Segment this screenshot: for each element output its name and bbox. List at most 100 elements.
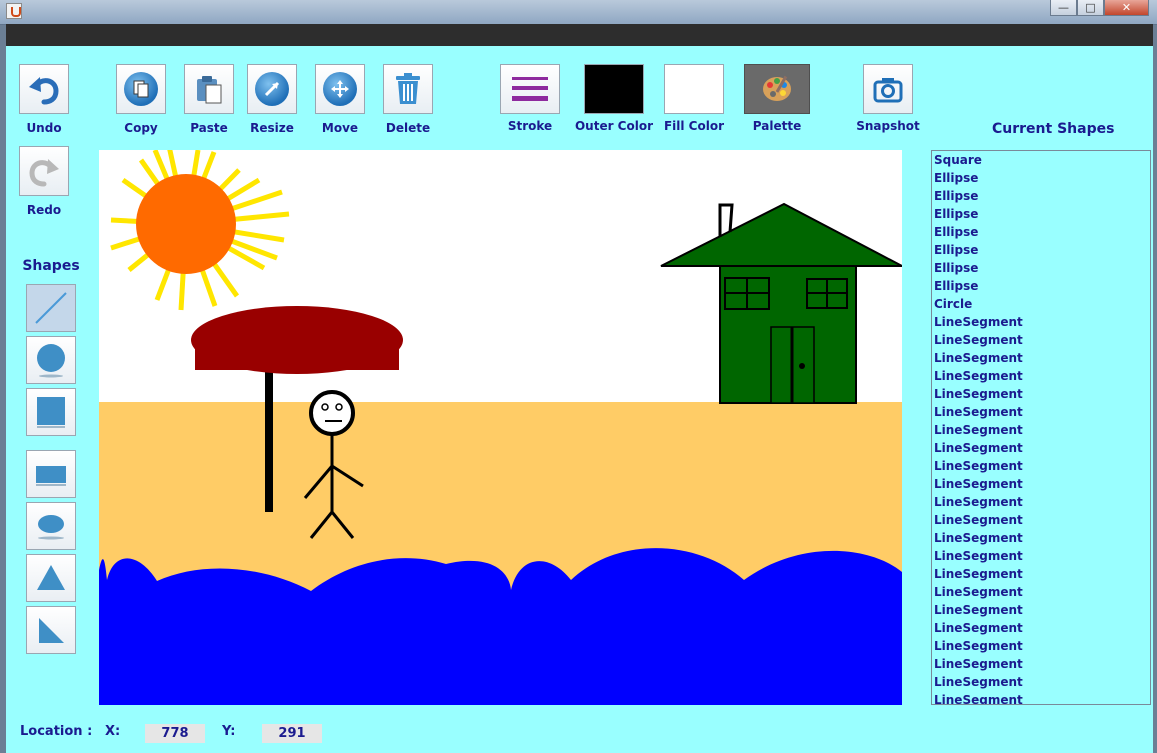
circle-icon xyxy=(37,344,65,378)
list-item[interactable]: Ellipse xyxy=(932,241,1150,259)
outer-color-label: Outer Color xyxy=(574,119,654,133)
move-icon xyxy=(323,72,357,106)
water-waves xyxy=(99,548,902,705)
umbrella-base xyxy=(195,336,399,370)
palette-label: Palette xyxy=(752,119,802,133)
ellipse-icon xyxy=(38,515,64,540)
list-item[interactable]: LineSegment xyxy=(932,313,1150,331)
resize-icon xyxy=(255,72,289,106)
sun-circle xyxy=(136,174,236,274)
triangle-tool-button[interactable] xyxy=(26,554,76,602)
square-icon xyxy=(37,397,65,428)
copy-icon xyxy=(124,72,158,106)
menu-bar xyxy=(6,24,1153,46)
undo-label: Undo xyxy=(26,121,62,135)
y-value: 291 xyxy=(262,724,322,743)
list-item[interactable]: LineSegment xyxy=(932,529,1150,547)
list-item[interactable]: Ellipse xyxy=(932,259,1150,277)
house xyxy=(660,202,902,404)
trash-icon xyxy=(396,73,420,104)
fill-color-label: Fill Color xyxy=(663,119,725,133)
list-item[interactable]: LineSegment xyxy=(932,493,1150,511)
window-titlebar[interactable]: — □ ✕ xyxy=(0,0,1157,24)
list-item[interactable]: LineSegment xyxy=(932,619,1150,637)
palette-icon xyxy=(763,75,791,101)
drawing-canvas[interactable] xyxy=(99,150,902,705)
triangle-icon xyxy=(37,565,65,590)
java-app-icon xyxy=(6,3,22,19)
list-item[interactable]: LineSegment xyxy=(932,583,1150,601)
undo-button[interactable] xyxy=(19,64,69,114)
list-item[interactable]: LineSegment xyxy=(932,385,1150,403)
resize-label: Resize xyxy=(250,121,294,135)
list-item[interactable]: Ellipse xyxy=(932,205,1150,223)
list-item[interactable]: Ellipse xyxy=(932,169,1150,187)
move-label: Move xyxy=(321,121,359,135)
list-item[interactable]: Circle xyxy=(932,295,1150,313)
camera-icon xyxy=(873,78,903,103)
resize-button[interactable] xyxy=(247,64,297,114)
list-item[interactable]: LineSegment xyxy=(932,403,1150,421)
shapes-title: Shapes xyxy=(22,258,80,274)
list-item[interactable]: LineSegment xyxy=(932,655,1150,673)
list-item[interactable]: LineSegment xyxy=(932,637,1150,655)
fill-color-swatch[interactable] xyxy=(664,64,724,114)
paste-label: Paste xyxy=(190,121,228,135)
current-shapes-title: Current Shapes xyxy=(992,121,1115,137)
move-button[interactable] xyxy=(315,64,365,114)
stroke-icon xyxy=(512,77,548,101)
line-tool-button[interactable] xyxy=(26,284,76,332)
stroke-button[interactable] xyxy=(500,64,560,114)
list-item[interactable]: LineSegment xyxy=(932,691,1150,704)
outer-color-swatch[interactable] xyxy=(584,64,644,114)
list-item[interactable]: Ellipse xyxy=(932,277,1150,295)
rectangle-icon xyxy=(36,466,66,486)
list-item[interactable]: Square xyxy=(932,151,1150,169)
list-item[interactable]: Ellipse xyxy=(932,223,1150,241)
circle-tool-button[interactable] xyxy=(26,336,76,384)
stroke-label: Stroke xyxy=(507,119,553,133)
list-item[interactable]: LineSegment xyxy=(932,565,1150,583)
window-controls: — □ ✕ xyxy=(1050,0,1149,17)
right-triangle-icon xyxy=(39,618,64,643)
palette-button[interactable] xyxy=(744,64,810,114)
application-window: — □ ✕ Undo Redo Copy Paste Resize Move D… xyxy=(0,0,1157,753)
x-label: X: xyxy=(105,724,121,739)
list-item[interactable]: LineSegment xyxy=(932,367,1150,385)
y-label: Y: xyxy=(222,724,236,739)
right-triangle-tool-button[interactable] xyxy=(26,606,76,654)
list-item[interactable]: LineSegment xyxy=(932,511,1150,529)
maximize-button[interactable]: □ xyxy=(1077,0,1104,16)
canvas-drawing xyxy=(99,150,902,705)
app-content: Undo Redo Copy Paste Resize Move Delete … xyxy=(6,24,1153,753)
list-item[interactable]: LineSegment xyxy=(932,349,1150,367)
redo-icon xyxy=(29,159,59,187)
undo-icon xyxy=(29,77,59,105)
snapshot-label: Snapshot xyxy=(856,119,920,133)
list-item[interactable]: LineSegment xyxy=(932,439,1150,457)
list-item[interactable]: LineSegment xyxy=(932,331,1150,349)
minimize-button[interactable]: — xyxy=(1050,0,1077,16)
copy-label: Copy xyxy=(124,121,158,135)
close-button[interactable]: ✕ xyxy=(1104,0,1149,16)
square-tool-button[interactable] xyxy=(26,388,76,436)
x-value: 778 xyxy=(145,724,205,743)
list-item[interactable]: LineSegment xyxy=(932,601,1150,619)
copy-button[interactable] xyxy=(116,64,166,114)
redo-button[interactable] xyxy=(19,146,69,196)
paste-button[interactable] xyxy=(184,64,234,114)
list-item[interactable]: Ellipse xyxy=(932,187,1150,205)
list-item[interactable]: LineSegment xyxy=(932,673,1150,691)
snapshot-button[interactable] xyxy=(863,64,913,114)
current-shapes-list[interactable]: Square Ellipse Ellipse Ellipse Ellipse Ellips… xyxy=(931,150,1151,705)
location-label: Location : xyxy=(20,724,93,739)
delete-button[interactable] xyxy=(383,64,433,114)
list-item[interactable]: LineSegment xyxy=(932,547,1150,565)
line-icon xyxy=(35,292,67,324)
list-item[interactable]: LineSegment xyxy=(932,457,1150,475)
paste-icon xyxy=(197,76,222,104)
list-item[interactable]: LineSegment xyxy=(932,421,1150,439)
ellipse-tool-button[interactable] xyxy=(26,502,76,550)
rectangle-tool-button[interactable] xyxy=(26,450,76,498)
list-item[interactable]: LineSegment xyxy=(932,475,1150,493)
